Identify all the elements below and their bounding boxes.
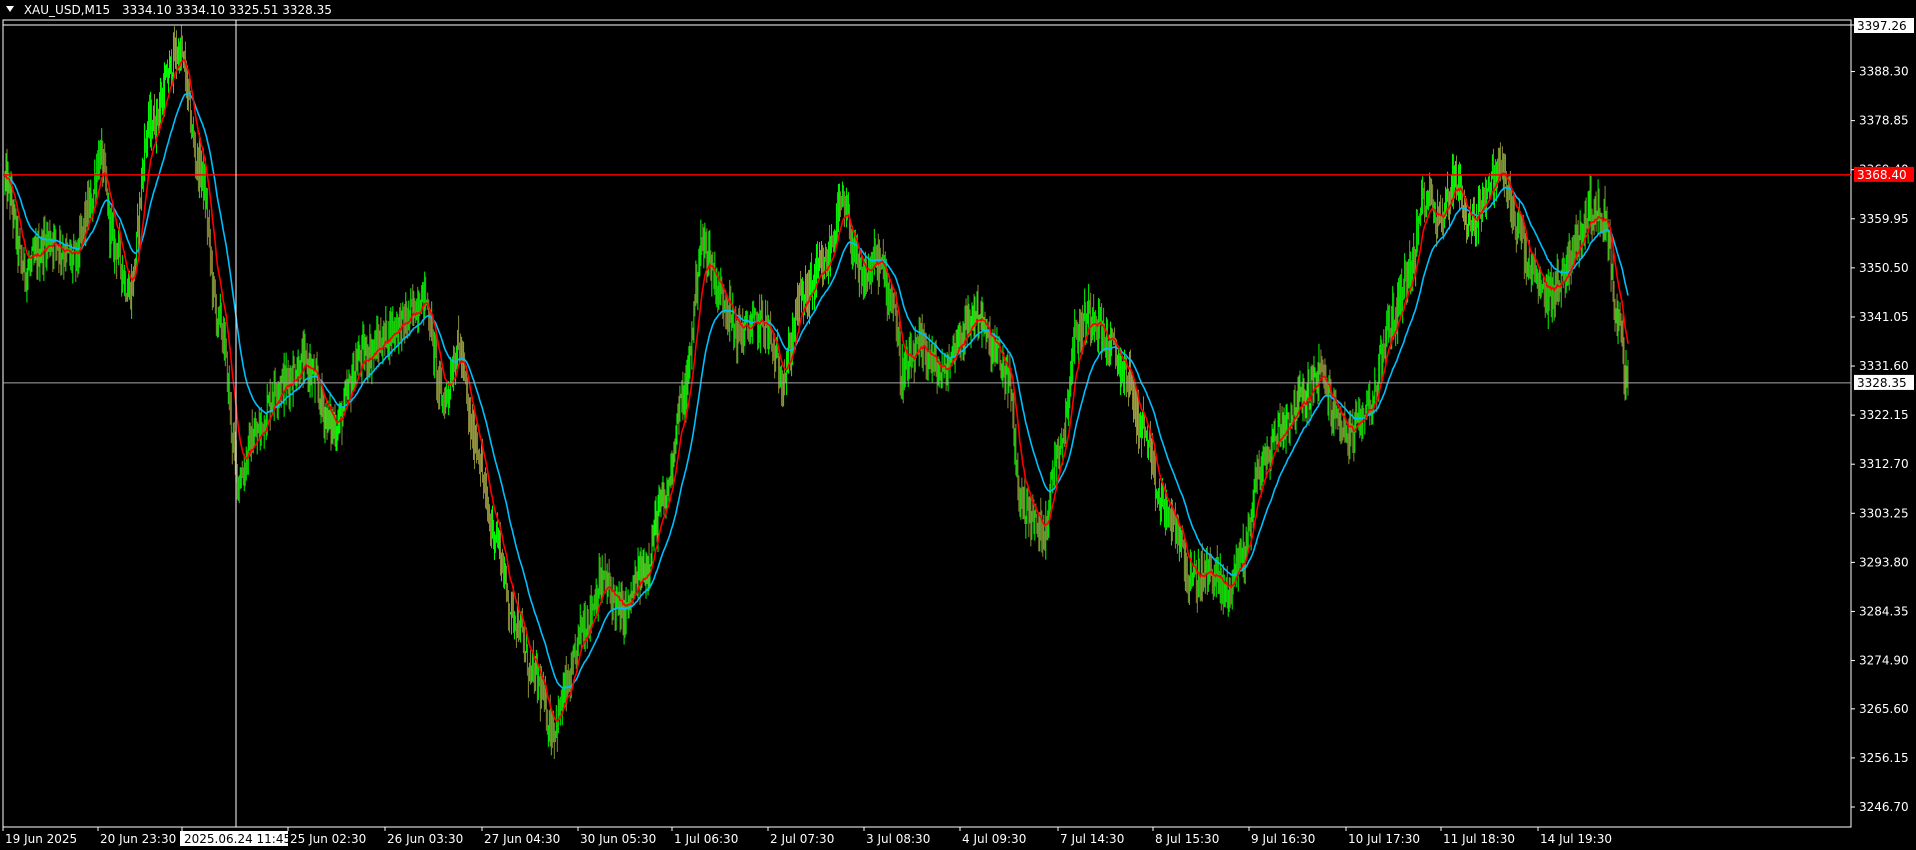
x-axis-tick-label: 30 Jun 05:30 (580, 832, 656, 846)
crosshair-price-label: 3397.26 (1857, 19, 1907, 33)
y-axis-tick-label: 3388.30 (1859, 65, 1909, 79)
plot-frame (2, 19, 1852, 828)
y-axis-tick-label: 3246.70 (1859, 800, 1909, 814)
y-axis-tick-label: 3274.90 (1859, 654, 1909, 668)
y-axis-tick-label: 3350.50 (1859, 261, 1909, 275)
x-axis-tick-label: 20 Jun 23:30 (100, 832, 176, 846)
x-axis-tick-label: 27 Jun 04:30 (484, 832, 560, 846)
x-axis-tick-label: 2 Jul 07:30 (770, 832, 834, 846)
y-axis-tick-label: 3256.15 (1859, 751, 1909, 765)
x-axis-tick-label: 3 Jul 08:30 (866, 832, 930, 846)
level-price-label: 3368.40 (1857, 168, 1907, 182)
x-axis-tick-label: 9 Jul 16:30 (1251, 832, 1315, 846)
bid-price-label: 3328.35 (1857, 376, 1907, 390)
y-axis-tick-label: 3331.60 (1859, 359, 1909, 373)
x-axis-tick-label: 26 Jun 03:30 (387, 832, 463, 846)
y-axis-tick-label: 3341.05 (1859, 310, 1909, 324)
price-chart[interactable]: 3397.263388.303378.853369.403359.953350.… (0, 0, 1916, 850)
x-axis-tick-label: 10 Jul 17:30 (1348, 832, 1420, 846)
y-axis-tick-label: 3312.70 (1859, 457, 1909, 471)
y-axis-tick-label: 3284.35 (1859, 604, 1909, 618)
y-axis-tick-label: 3293.80 (1859, 555, 1909, 569)
y-axis-tick-label: 3322.15 (1859, 408, 1909, 422)
x-axis-tick-label: 14 Jul 19:30 (1540, 832, 1612, 846)
x-axis-tick-label: 7 Jul 14:30 (1060, 832, 1124, 846)
y-axis-tick-label: 3265.60 (1859, 702, 1909, 716)
y-axis-tick-label: 3378.85 (1859, 114, 1909, 128)
y-axis-tick-label: 3359.95 (1859, 212, 1909, 226)
x-axis-tick-label: 19 Jun 2025 (5, 832, 77, 846)
x-axis-tick-label: 4 Jul 09:30 (962, 832, 1026, 846)
x-axis-tick-label: 8 Jul 15:30 (1155, 832, 1219, 846)
x-axis-tick-label: 25 Jun 02:30 (290, 832, 366, 846)
crosshair-time-label: 2025.06.24 11:45 (184, 832, 291, 846)
x-axis-tick-label: 11 Jul 18:30 (1443, 832, 1515, 846)
x-axis-tick-label: 1 Jul 06:30 (674, 832, 738, 846)
y-axis-tick-label: 3303.25 (1859, 506, 1909, 520)
slow-moving-average-line (4, 92, 1629, 689)
